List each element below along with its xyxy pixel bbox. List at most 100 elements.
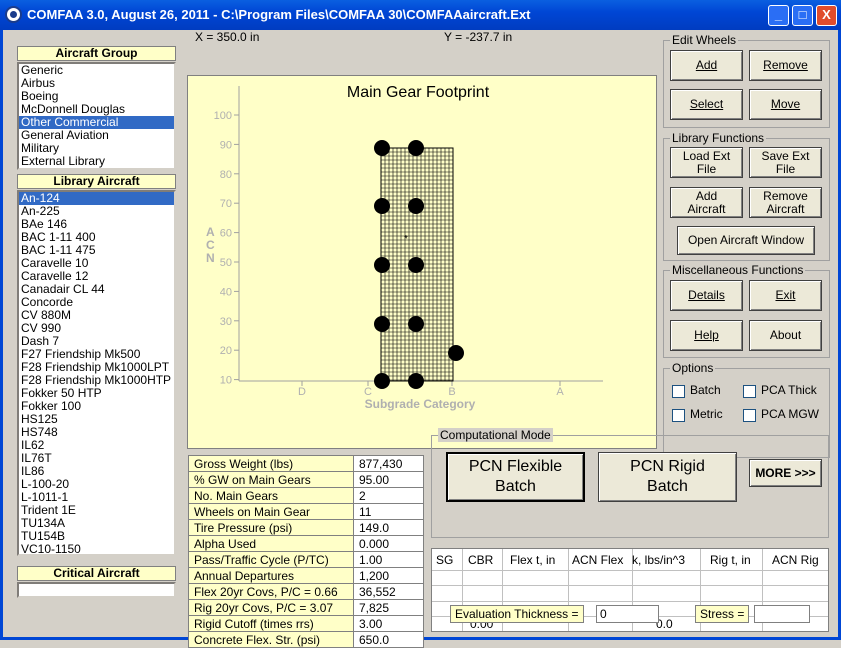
help-button[interactable]: Help: [670, 320, 743, 351]
library-aircraft-item[interactable]: VC10-1150: [19, 543, 174, 556]
aircraft-group-item[interactable]: Airbus: [19, 77, 174, 90]
aircraft-group-item[interactable]: Generic: [19, 64, 174, 77]
pca-mgw-checkbox[interactable]: [743, 409, 756, 422]
parameter-row: Annual Departures 1,200: [188, 567, 424, 584]
parameter-value[interactable]: 11: [353, 503, 424, 520]
wheel[interactable]: [374, 257, 390, 273]
library-aircraft-item[interactable]: BAC 1-11 400: [19, 231, 174, 244]
parameter-label: Annual Departures: [188, 567, 354, 584]
grid-line: [432, 585, 828, 586]
library-aircraft-list[interactable]: An-124 An-225 BAe 146 BAC 1-11 400 BAC 1-11 …: [17, 190, 176, 556]
parameter-value[interactable]: 36,552: [353, 583, 424, 600]
aircraft-group-item[interactable]: Military: [19, 142, 174, 155]
about-button[interactable]: About: [749, 320, 822, 351]
library-aircraft-item[interactable]: Concorde: [19, 296, 174, 309]
library-aircraft-item[interactable]: F27 Friendship Mk500: [19, 348, 174, 361]
add-aircraft-button[interactable]: Add Aircraft: [670, 187, 743, 218]
wheel[interactable]: [448, 345, 464, 361]
metric-checkbox[interactable]: [672, 409, 685, 422]
aircraft-group-item[interactable]: General Aviation: [19, 129, 174, 142]
y-tick-label: 80: [220, 169, 232, 181]
library-aircraft-item[interactable]: IL62: [19, 439, 174, 452]
close-button[interactable]: X: [816, 5, 837, 26]
wheel[interactable]: [374, 140, 390, 156]
add-aircraft-label-1: Add: [695, 188, 718, 203]
remove-aircraft-button[interactable]: Remove Aircraft: [749, 187, 822, 218]
aircraft-group-item[interactable]: External Library: [19, 155, 174, 168]
minimize-button[interactable]: _: [768, 5, 789, 26]
library-aircraft-item[interactable]: TU134A: [19, 517, 174, 530]
library-aircraft-item[interactable]: IL86: [19, 465, 174, 478]
stress-field[interactable]: [754, 605, 810, 623]
parameter-value[interactable]: 2: [353, 487, 424, 504]
library-aircraft-item[interactable]: HS748: [19, 426, 174, 439]
parameter-value[interactable]: 1,200: [353, 567, 424, 584]
pcn-rigid-batch-button[interactable]: PCN Rigid Batch: [598, 452, 737, 502]
pca-thick-checkbox[interactable]: [743, 385, 756, 398]
library-aircraft-item[interactable]: Caravelle 12: [19, 270, 174, 283]
wheel[interactable]: [374, 198, 390, 214]
parameter-label: Alpha Used: [188, 535, 354, 552]
footprint-plot[interactable]: Main Gear Footprint 100 90 80 70 60 50 40 30 20 1…: [187, 75, 657, 449]
save-ext-file-button[interactable]: Save Ext File: [749, 147, 822, 178]
load-ext-file-button[interactable]: Load Ext File: [670, 147, 743, 178]
maximize-button[interactable]: □: [792, 5, 813, 26]
wheel[interactable]: [408, 140, 424, 156]
batch-checkbox[interactable]: [672, 385, 685, 398]
results-column-header: ACN Rig: [772, 553, 819, 567]
library-aircraft-item[interactable]: An-225: [19, 205, 174, 218]
wheel[interactable]: [408, 198, 424, 214]
parameter-value[interactable]: 7,825: [353, 599, 424, 616]
critical-aircraft-field[interactable]: [17, 582, 176, 598]
parameter-value[interactable]: 149.0: [353, 519, 424, 536]
y-tick-label: 40: [220, 286, 232, 298]
parameter-value[interactable]: 1.00: [353, 551, 424, 568]
library-aircraft-item[interactable]: Trident 1E: [19, 504, 174, 517]
library-aircraft-item[interactable]: L-100-20: [19, 478, 174, 491]
wheel[interactable]: [408, 257, 424, 273]
evaluation-thickness-field[interactable]: 0: [596, 605, 659, 623]
stress-label: Stress =: [695, 605, 750, 623]
wheel[interactable]: [408, 316, 424, 332]
library-aircraft-item[interactable]: Fokker 50 HTP: [19, 387, 174, 400]
aircraft-group-item[interactable]: McDonnell Douglas: [19, 103, 174, 116]
pcn-flexible-batch-button[interactable]: PCN Flexible Batch: [446, 452, 585, 502]
aircraft-group-list[interactable]: Generic Airbus Boeing McDonnell Douglas Othe…: [17, 62, 176, 170]
library-aircraft-item[interactable]: Fokker 100: [19, 400, 174, 413]
library-aircraft-item[interactable]: IL76T: [19, 452, 174, 465]
library-aircraft-item[interactable]: BAe 146: [19, 218, 174, 231]
library-aircraft-item[interactable]: F28 Friendship Mk1000HTP: [19, 374, 174, 387]
details-button[interactable]: Details: [670, 280, 743, 311]
more-button[interactable]: MORE >>>: [749, 459, 822, 487]
library-aircraft-item[interactable]: TU154B: [19, 530, 174, 543]
parameter-row: Pass/Traffic Cycle (P/TC) 1.00: [188, 551, 424, 568]
library-aircraft-item[interactable]: HS125: [19, 413, 174, 426]
parameter-value[interactable]: 3.00: [353, 615, 424, 632]
app-icon[interactable]: [5, 6, 22, 23]
library-aircraft-item[interactable]: BAC 1-11 475: [19, 244, 174, 257]
library-aircraft-item[interactable]: CV 880M: [19, 309, 174, 322]
parameter-value[interactable]: 877,430: [353, 455, 424, 472]
exit-button[interactable]: Exit: [749, 280, 822, 311]
wheel[interactable]: [374, 316, 390, 332]
title-bar: COMFAA 3.0, August 26, 2011 - C:\Program…: [0, 0, 841, 30]
remove-wheel-button[interactable]: Remove: [749, 50, 822, 81]
library-aircraft-item[interactable]: CV 990: [19, 322, 174, 335]
select-wheel-button[interactable]: Select: [670, 89, 743, 120]
library-aircraft-item[interactable]: Canadair CL 44: [19, 283, 174, 296]
library-functions-title: Library Functions: [670, 131, 767, 145]
library-aircraft-item[interactable]: L-1011-1: [19, 491, 174, 504]
wheel[interactable]: [374, 373, 390, 389]
add-wheel-button[interactable]: Add: [670, 50, 743, 81]
library-aircraft-item[interactable]: F28 Friendship Mk1000LPT: [19, 361, 174, 374]
parameter-value[interactable]: 95.00: [353, 471, 424, 488]
move-wheel-button[interactable]: Move: [749, 89, 822, 120]
aircraft-group-item[interactable]: Other Commercial: [19, 116, 174, 129]
library-aircraft-item[interactable]: Caravelle 10: [19, 257, 174, 270]
wheel[interactable]: [408, 373, 424, 389]
library-aircraft-item[interactable]: An-124: [19, 192, 174, 205]
aircraft-group-item[interactable]: Boeing: [19, 90, 174, 103]
open-aircraft-window-button[interactable]: Open Aircraft Window: [677, 226, 815, 255]
library-aircraft-item[interactable]: Dash 7: [19, 335, 174, 348]
parameter-value[interactable]: 0.000: [353, 535, 424, 552]
